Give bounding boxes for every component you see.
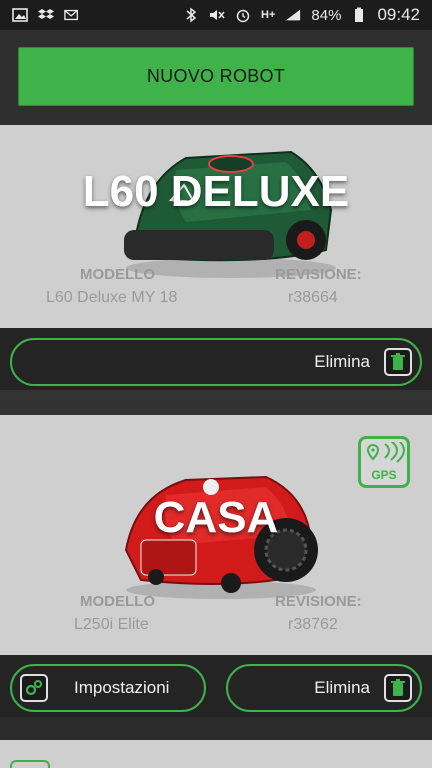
gps-icon [366,442,405,463]
settings-button[interactable]: Impostazioni [10,664,206,712]
model-value: L250i Elite [74,616,149,633]
delete-button[interactable]: Elimina [10,338,422,386]
robot-name: CASA [153,493,279,542]
gps-label: GPS [371,468,397,482]
model-label: MODELLO [80,266,155,283]
robot-card-partial[interactable] [0,740,432,768]
model-value: L60 Deluxe MY 18 [46,289,178,306]
dropbox-icon [38,8,54,22]
signal-icon [285,8,301,22]
mail-icon [64,8,80,22]
mute-icon [209,8,225,22]
gears-icon [20,674,48,702]
trash-icon [384,348,412,376]
delete-label: Elimina [314,352,370,371]
new-robot-button[interactable]: NUOVO ROBOT [18,47,414,106]
status-bar: H+ 84% 09:42 [0,0,432,30]
trash-icon [384,674,412,702]
delete-button[interactable]: Elimina [226,664,422,712]
clock: 09:42 [377,5,420,24]
robot-name: L60 DELUXE [82,167,350,216]
robot-card[interactable]: L60 DELUXE MODELLO L60 Deluxe MY 18 REVI… [0,125,432,328]
card-icon [10,760,50,768]
alarm-icon [235,8,251,23]
gps-badge: GPS [358,436,410,488]
revision-label: REVISIONE: [275,593,362,610]
network-type-label: H+ [261,9,276,21]
settings-label: Impostazioni [74,678,170,697]
image-icon [12,8,28,22]
revision-value: r38664 [288,289,338,306]
model-label: MODELLO [80,593,155,610]
battery-percent: 84% [311,6,342,24]
delete-label: Elimina [314,678,370,697]
bluetooth-icon [183,7,199,23]
revision-value: r38762 [288,616,338,633]
revision-label: REVISIONE: [275,266,362,283]
battery-icon [351,7,367,22]
